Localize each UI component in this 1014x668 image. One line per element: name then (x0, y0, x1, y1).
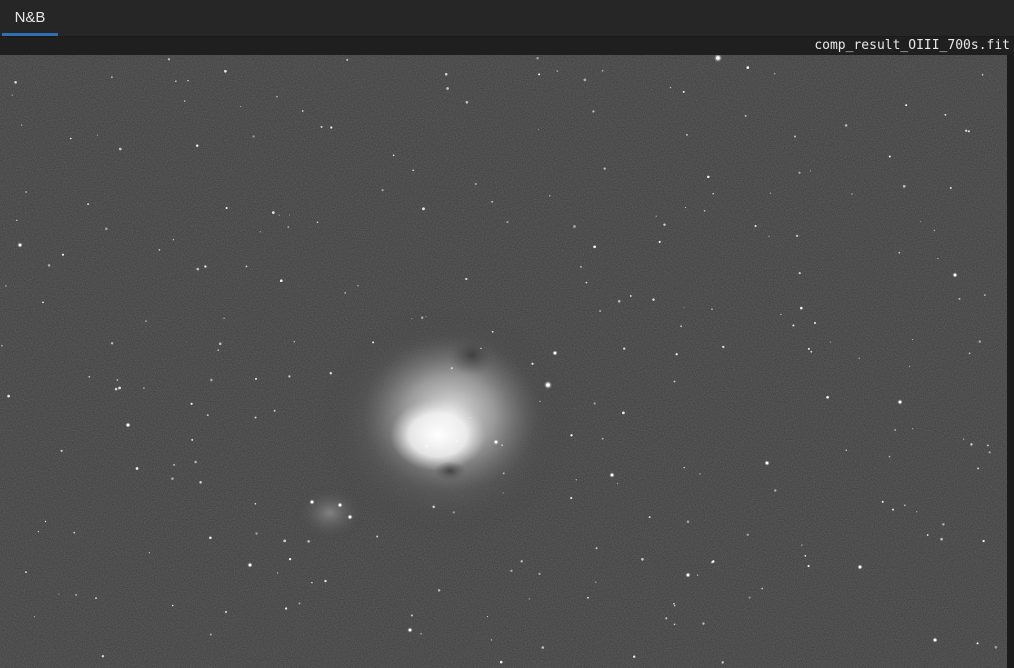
image-filename: comp_result_OIII_700s.fit (814, 38, 1010, 53)
small-nebula (292, 483, 368, 543)
nebula-core (390, 399, 486, 471)
app-window: N&B comp_result_OIII_700s.fit (0, 0, 1014, 668)
active-tab-indicator (2, 33, 58, 36)
tab-nb[interactable]: N&B (2, 0, 58, 36)
astro-image (0, 55, 1007, 668)
tab-bar: N&B (0, 0, 1014, 37)
image-header: comp_result_OIII_700s.fit (0, 37, 1014, 55)
tab-label: N&B (14, 9, 46, 26)
vertical-scrollbar[interactable] (1007, 55, 1014, 668)
image-viewer[interactable] (0, 55, 1007, 668)
